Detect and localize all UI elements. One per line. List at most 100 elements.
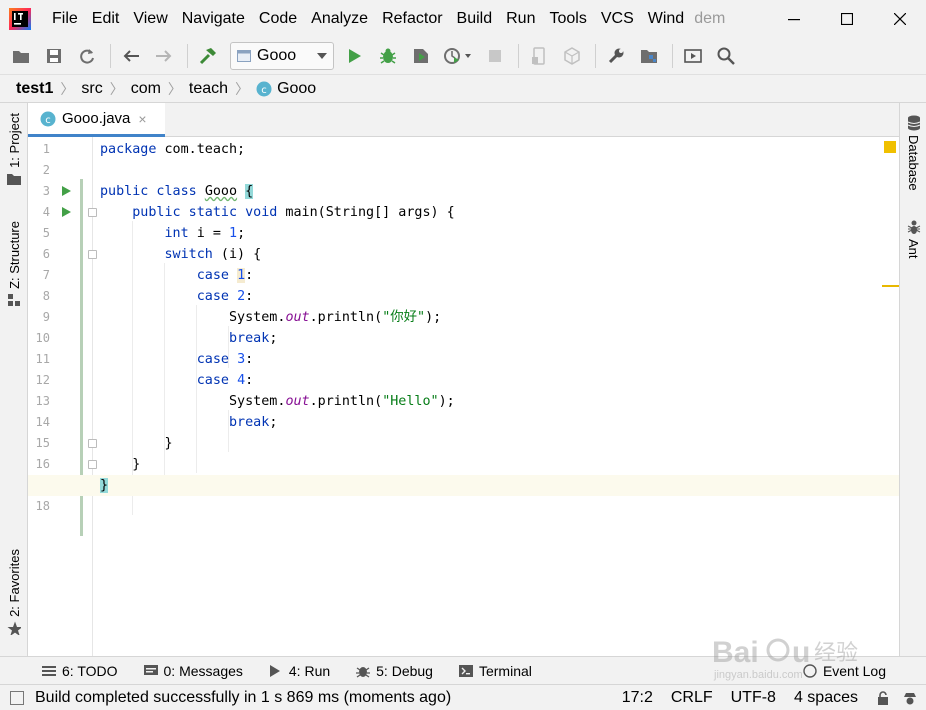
tab-structure[interactable]: Z: Structure [0, 221, 28, 307]
code-line-14[interactable]: break; [94, 412, 899, 433]
run-gutter-icon[interactable] [62, 186, 71, 196]
tab-project[interactable]: 1: Project [0, 113, 28, 186]
menu-file[interactable]: File [45, 0, 85, 38]
stop-icon[interactable] [480, 41, 510, 71]
java-class-icon: c [40, 111, 56, 126]
code-line-1[interactable]: package com.teach; [94, 139, 899, 160]
run-icon [269, 664, 280, 677]
tab-ant[interactable]: Ant [900, 219, 926, 259]
device-manager-icon[interactable] [524, 41, 554, 71]
tab-run[interactable]: 4: Run [269, 663, 330, 679]
run-with-coverage-icon[interactable] [406, 41, 436, 71]
code-line-11[interactable]: case 3: [94, 349, 899, 370]
breadcrumb-com[interactable]: com [131, 80, 161, 98]
inspection-status-icon[interactable] [884, 141, 896, 153]
maximize-icon[interactable] [820, 0, 873, 38]
menu-vcs[interactable]: VCS [594, 0, 641, 38]
tab-database[interactable]: Database [900, 115, 926, 191]
indent-setting[interactable]: 4 spaces [794, 689, 858, 707]
sync-icon[interactable] [72, 41, 102, 71]
line-number: 9 [42, 310, 50, 324]
menu-navigate[interactable]: Navigate [175, 0, 252, 38]
editor-tab-gooo-java[interactable]: c Gooo.java × [28, 103, 165, 137]
project-structure-icon[interactable] [634, 41, 664, 71]
code-line-12[interactable]: case 4: [94, 370, 899, 391]
tab-terminal[interactable]: Terminal [458, 663, 532, 679]
folder-icon [7, 173, 21, 185]
caret-position[interactable]: 17:2 [622, 689, 653, 707]
run-configuration-select[interactable]: Gooo [230, 42, 334, 70]
settings-wrench-icon[interactable] [601, 41, 631, 71]
build-hammer-icon[interactable] [193, 41, 223, 71]
code-line-9[interactable]: System.out.println("你好"); [94, 307, 899, 328]
code-line-3[interactable]: public class Gooo { [94, 181, 899, 202]
tab-debug[interactable]: 5: Debug [356, 663, 433, 679]
code-line-7[interactable]: case 1: [94, 265, 899, 286]
bottom-tool-bar: 6: TODO 0: Messages 4: Run 5: Debug Term… [0, 656, 926, 684]
code-editor[interactable]: 123456789101112131415161718 package com.… [28, 137, 899, 656]
forward-arrow-icon[interactable] [149, 41, 179, 71]
toolbar-separator [595, 44, 596, 68]
run-gutter-icon[interactable] [62, 207, 71, 217]
code-line-10[interactable]: break; [94, 328, 899, 349]
code-line-17[interactable]: } [28, 475, 899, 496]
back-arrow-icon[interactable] [116, 41, 146, 71]
tab-favorites[interactable]: 2: Favorites [0, 549, 28, 635]
breadcrumb-teach[interactable]: teach [189, 80, 228, 98]
code-line-5[interactable]: int i = 1; [94, 223, 899, 244]
application-config-icon [237, 50, 251, 62]
presentation-mode-icon[interactable] [678, 41, 708, 71]
menu-tools[interactable]: Tools [542, 0, 593, 38]
menu-run[interactable]: Run [499, 0, 542, 38]
line-number: 18 [35, 499, 50, 513]
tab-messages[interactable]: 0: Messages [143, 663, 243, 679]
toolbar-separator [518, 44, 519, 68]
toggle-tool-windows-icon[interactable] [10, 690, 24, 705]
menu-edit[interactable]: Edit [85, 0, 127, 38]
close-icon[interactable] [873, 0, 926, 38]
tab-debug-label: 5: Debug [376, 662, 433, 679]
gutter-line: 16 [28, 454, 97, 475]
code-line-18[interactable] [94, 496, 899, 517]
menu-refactor[interactable]: Refactor [375, 0, 449, 38]
gutter-line: 18 [28, 496, 93, 517]
menu-view[interactable]: View [126, 0, 174, 38]
code-line-6[interactable]: switch (i) { [94, 244, 899, 265]
svg-text:c: c [261, 85, 267, 96]
line-number: 2 [42, 163, 50, 177]
breadcrumb-src[interactable]: src [81, 80, 102, 98]
code-line-15[interactable]: } [94, 433, 899, 454]
breadcrumb-project[interactable]: test1 [16, 80, 53, 98]
code-line-4[interactable]: public static void main(String[] args) { [94, 202, 899, 223]
inspector-hat-icon[interactable] [902, 690, 918, 706]
status-message[interactable]: Build completed successfully in 1 s 869 … [35, 689, 451, 707]
minimize-icon[interactable] [767, 0, 820, 38]
save-all-icon[interactable] [39, 41, 69, 71]
menu-build[interactable]: Build [450, 0, 500, 38]
tab-todo[interactable]: 6: TODO [42, 663, 118, 679]
run-icon[interactable] [340, 41, 370, 71]
code-line-13[interactable]: System.out.println("Hello"); [94, 391, 899, 412]
menu-code[interactable]: Code [252, 0, 304, 38]
line-number: 10 [35, 331, 50, 345]
menu-analyze[interactable]: Analyze [304, 0, 375, 38]
code-line-16[interactable]: } [94, 454, 899, 475]
code-area[interactable]: package com.teach; public class Gooo { p… [28, 137, 899, 656]
code-line-8[interactable]: case 2: [94, 286, 899, 307]
breadcrumb-class[interactable]: c Gooo [256, 80, 316, 98]
code-line-2[interactable] [94, 160, 899, 181]
line-separator[interactable]: CRLF [671, 689, 713, 707]
gutter-line: 6 [28, 244, 97, 265]
close-tab-icon[interactable]: × [138, 111, 146, 127]
menu-window[interactable]: Wind [641, 0, 691, 38]
open-folder-icon[interactable] [6, 41, 36, 71]
tab-event-log[interactable]: Event Log [803, 657, 886, 685]
debug-bug-icon[interactable] [373, 41, 403, 71]
file-encoding[interactable]: UTF-8 [731, 689, 776, 707]
profile-icon[interactable] [439, 41, 477, 71]
warning-stripe-marker[interactable] [882, 285, 899, 287]
gutter-line: 10 [28, 328, 93, 349]
sdk-manager-icon[interactable] [557, 41, 587, 71]
lock-icon[interactable] [876, 691, 890, 705]
search-icon[interactable] [711, 41, 741, 71]
